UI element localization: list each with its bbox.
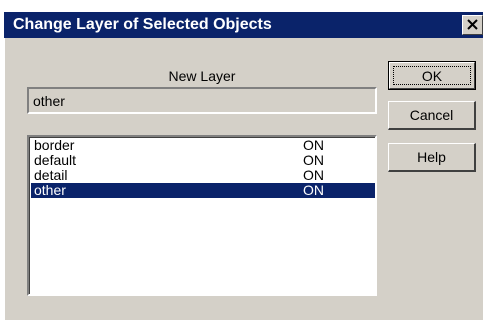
list-item[interactable]: default ON: [31, 153, 375, 168]
list-item[interactable]: border ON: [31, 138, 375, 153]
layer-state: ON: [303, 167, 324, 183]
list-item[interactable]: detail ON: [31, 168, 375, 183]
layer-list[interactable]: border ON default ON detail ON other ON: [27, 135, 377, 296]
layer-name: detail: [34, 167, 68, 183]
close-button[interactable]: [462, 15, 483, 35]
cancel-button[interactable]: Cancel: [388, 101, 476, 130]
layer-name: default: [34, 152, 77, 168]
layer-state: ON: [303, 137, 324, 153]
change-layer-dialog: Change Layer of Selected Objects New Lay…: [0, 0, 483, 329]
focus-rectangle: OK: [393, 66, 471, 85]
dialog-title: Change Layer of Selected Objects: [13, 16, 272, 33]
new-layer-field[interactable]: [27, 87, 377, 114]
layer-name: border: [34, 137, 75, 153]
help-button[interactable]: Help: [388, 143, 476, 172]
list-item-selected[interactable]: other ON: [31, 183, 375, 198]
close-icon: [467, 19, 478, 30]
layer-state: ON: [303, 182, 324, 198]
ok-button[interactable]: OK: [388, 61, 476, 90]
dialog-body: New Layer border ON default ON detail ON…: [4, 38, 483, 320]
layer-state: ON: [303, 152, 324, 168]
new-layer-label: New Layer: [168, 68, 236, 84]
title-bar[interactable]: Change Layer of Selected Objects: [4, 12, 483, 38]
layer-name: other: [34, 182, 66, 198]
